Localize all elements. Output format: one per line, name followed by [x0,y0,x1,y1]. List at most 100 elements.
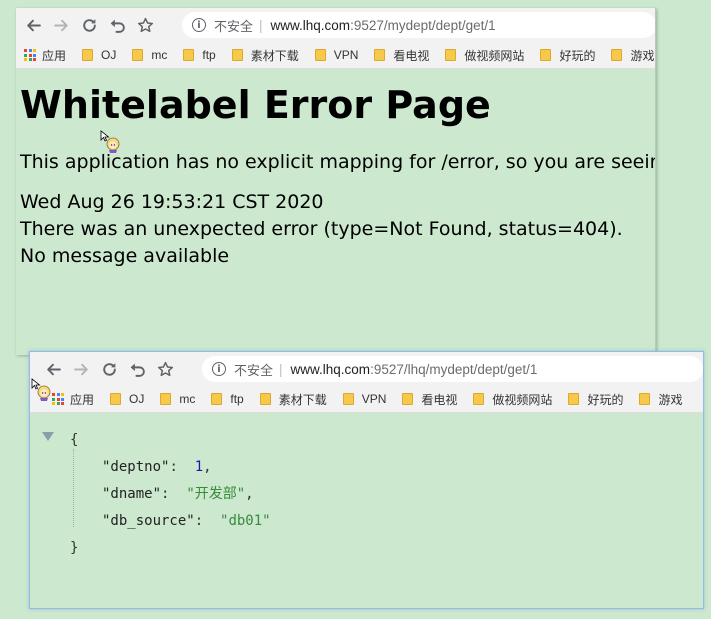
forward-arrow-icon [53,19,68,31]
bookmark-vpn[interactable]: VPN [314,48,358,62]
url-host[interactable]: www.lhq.com [291,362,371,377]
address-bar[interactable]: i 不安全 | www.lhq.com:9527/lhq/mydept/dept… [202,356,703,382]
info-icon[interactable]: i [192,18,206,32]
bookmark-label: 好玩的 [559,48,596,63]
bookmark-video-site[interactable]: 做视频网站 [445,47,524,64]
bookmark-label: 素材下载 [278,392,327,407]
folder-icon [160,393,172,405]
bookmark-assets[interactable]: 素材下载 [231,47,299,64]
bookmark-label: 看电视 [393,48,430,63]
forward-button[interactable] [50,14,72,36]
json-key: "dname" [102,486,162,502]
address-bar[interactable]: i 不安全 | www.lhq.com:9527/mydept/dept/get… [182,12,655,38]
browser-toolbar: i 不安全 | www.lhq.com:9527/mydept/dept/get… [16,8,655,42]
bookmarks-bar: 应用 OJ mc ftp 素材下载 VPN 看电视 做视频网站 好玩的 游戏 [30,386,703,413]
bookmark-label: 做视频网站 [492,392,553,407]
reload-icon [102,362,116,376]
forward-button[interactable] [70,358,92,380]
folder-icon [342,393,354,405]
bookmark-label: 应用 [70,392,95,407]
error-message: No message available [20,244,230,267]
reload-icon [82,18,96,32]
bookmark-games[interactable]: 游戏 [611,47,654,64]
bookmark-oj[interactable]: OJ [110,392,144,406]
bookmark-ftp[interactable]: ftp [183,48,216,62]
folder-icon [314,49,326,61]
address-separator: | [259,17,263,33]
apps-grid-icon [52,393,64,405]
indent-guide [73,449,74,527]
json-key: "deptno" [102,459,170,475]
security-label[interactable]: 不安全 [234,360,273,379]
json-value: "db01" [220,513,271,529]
bookmark-apps[interactable]: 应用 [24,47,66,64]
back-arrow-icon [26,19,41,31]
json-field-dname: "dname": "开发部", [102,486,254,502]
folder-icon [183,49,195,61]
bookmark-label: 好玩的 [587,392,624,407]
back-button[interactable] [22,14,44,36]
undo-button[interactable] [106,14,128,36]
undo-icon [110,19,125,33]
folder-icon [639,393,651,405]
folder-icon [402,393,414,405]
json-comma: , [203,459,212,475]
folder-icon [259,393,271,405]
bookmark-label: 素材下载 [250,48,299,63]
bookmark-video-site[interactable]: 做视频网站 [473,391,552,408]
anime-cursor-icon [31,378,51,401]
forward-arrow-icon [73,363,88,375]
json-viewer: { "deptno": 1, "dname": "开发部", "db_sourc… [30,413,703,562]
error-timestamp: Wed Aug 26 19:53:21 CST 2020 [20,190,324,213]
json-open-brace: { [70,432,79,448]
bookmark-fun[interactable]: 好玩的 [540,47,595,64]
browser-window-json: i 不安全 | www.lhq.com:9527/lhq/mydept/dept… [29,351,704,609]
reload-button[interactable] [78,14,100,36]
json-field-deptno: "deptno": 1, [102,459,212,475]
info-icon[interactable]: i [212,362,226,376]
folder-icon [611,49,623,61]
address-separator: | [279,361,283,377]
folder-icon [231,49,243,61]
bookmark-fun[interactable]: 好玩的 [568,391,623,408]
bookmark-vpn[interactable]: VPN [342,392,386,406]
bookmark-label: ftp [202,48,216,62]
browser-toolbar: i 不安全 | www.lhq.com:9527/lhq/mydept/dept… [30,352,703,386]
bookmark-label: 看电视 [421,392,458,407]
bookmark-label: OJ [101,48,117,62]
bookmark-mc[interactable]: mc [132,48,167,62]
bookmark-ftp[interactable]: ftp [211,392,244,406]
bookmark-tv[interactable]: 看电视 [402,391,457,408]
collapse-triangle-icon[interactable] [42,432,54,441]
bookmark-tv[interactable]: 看电视 [374,47,429,64]
bookmark-oj[interactable]: OJ [82,48,116,62]
bookmark-label: 游戏 [630,48,655,63]
apps-grid-icon [24,49,36,61]
page-title: Whitelabel Error Page [20,83,491,127]
url-path[interactable]: :9527/lhq/mydept/dept/get/1 [370,362,537,377]
bookmark-assets[interactable]: 素材下载 [259,391,327,408]
error-detail: There was an unexpected error (type=Not … [20,217,623,240]
json-value: "开发部" [186,486,246,502]
bookmark-mc[interactable]: mc [160,392,195,406]
bookmark-label: OJ [129,392,145,406]
security-label[interactable]: 不安全 [214,16,253,35]
star-icon [137,17,153,32]
folder-icon [211,393,223,405]
url-host[interactable]: www.lhq.com [271,18,351,33]
back-button[interactable] [42,358,64,380]
back-arrow-icon [46,363,61,375]
bookmark-star-button[interactable] [154,358,176,380]
browser-window-error: i 不安全 | www.lhq.com:9527/mydept/dept/get… [16,8,656,355]
bookmark-label: 游戏 [658,392,683,407]
folder-icon [374,49,386,61]
url-path[interactable]: :9527/mydept/dept/get/1 [350,18,496,33]
folder-icon [132,49,144,61]
undo-button[interactable] [126,358,148,380]
bookmark-star-button[interactable] [134,14,156,36]
reload-button[interactable] [98,358,120,380]
error-page-content: Whitelabel Error Page This application h… [16,83,655,270]
bookmark-label: 做视频网站 [464,48,525,63]
bookmark-games[interactable]: 游戏 [639,391,682,408]
bookmark-apps[interactable]: 应用 [52,391,94,408]
